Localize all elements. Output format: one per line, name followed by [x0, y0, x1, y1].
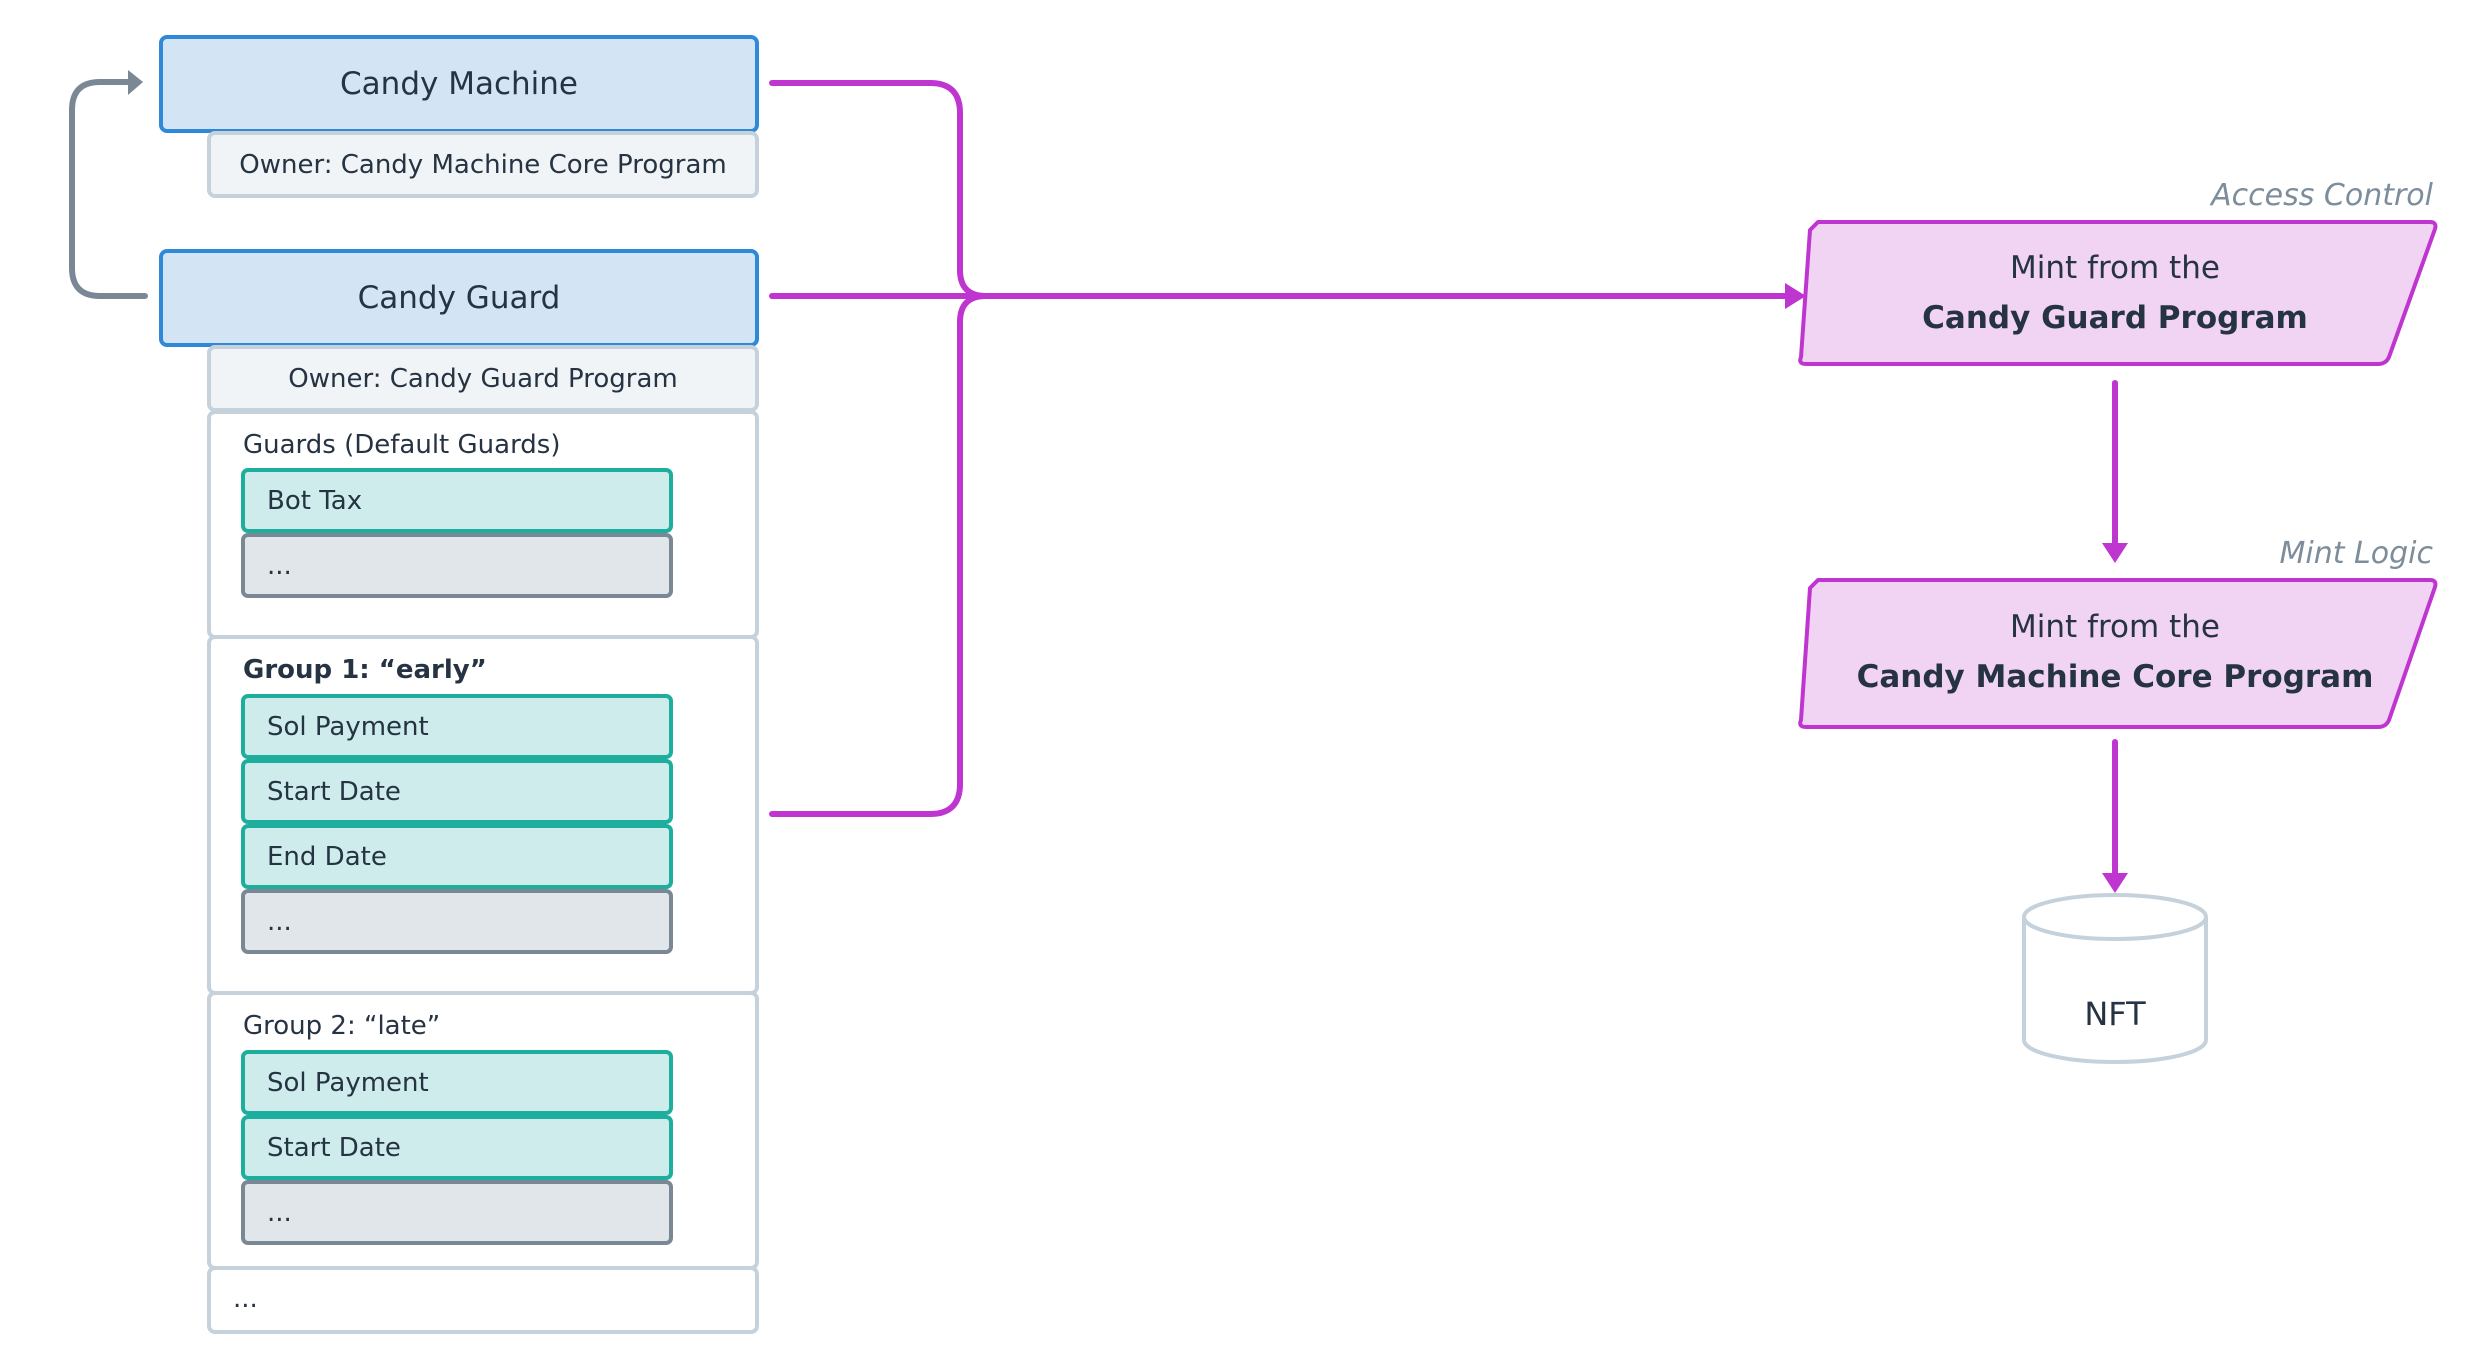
guard-item-more[interactable]: ...: [241, 1180, 673, 1245]
guard-to-machine-loop-arrow: [69, 79, 148, 299]
candy-guard-owner: Owner: Candy Guard Program: [207, 345, 759, 412]
candy-machine-owner-label: Owner: Candy Machine Core Program: [239, 149, 727, 180]
step-tag-access-control: Access Control: [2211, 178, 2433, 213]
more-groups-section: ...: [207, 1266, 759, 1334]
guard-item[interactable]: Bot Tax: [241, 468, 673, 533]
section-label: Guards (Default Guards): [243, 430, 561, 460]
guard-item-label: ...: [267, 1197, 292, 1228]
guard-item[interactable]: Start Date: [241, 1115, 673, 1180]
guard-group-early-section: Group 1: “early” Sol Payment Start Date …: [207, 635, 759, 995]
guard-item-label: Sol Payment: [267, 711, 429, 742]
step-access-control[interactable]: Mint from the Candy Guard Program: [1830, 243, 2400, 343]
guard-item-label: Start Date: [267, 1132, 401, 1163]
candy-machine-account[interactable]: Candy Machine: [159, 35, 759, 133]
section-label: Group 2: “late”: [243, 1011, 441, 1041]
guard-item-label: ...: [267, 550, 292, 581]
candy-machine-title: Candy Machine: [340, 66, 578, 102]
guard-group-late-section: Group 2: “late” Sol Payment Start Date .…: [207, 991, 759, 1270]
section-label: Group 1: “early”: [243, 655, 487, 685]
flow-line-candy-machine: [769, 80, 989, 299]
nft-database-icon: [2022, 893, 2208, 1064]
default-guards-section: Guards (Default Guards) Bot Tax ...: [207, 410, 759, 639]
step-line2: Candy Guard Program: [1922, 300, 2308, 336]
candy-guard-owner-label: Owner: Candy Guard Program: [288, 363, 678, 394]
step-line2: Candy Machine Core Program: [1856, 659, 2374, 695]
guard-item-label: Start Date: [267, 776, 401, 807]
candy-machine-owner: Owner: Candy Machine Core Program: [207, 131, 759, 198]
guard-item-more[interactable]: ...: [241, 889, 673, 954]
step-line1: Mint from the: [2010, 250, 2220, 286]
nft-label: NFT: [2084, 995, 2146, 1033]
guard-item-label: End Date: [267, 841, 387, 872]
guard-item-label: Sol Payment: [267, 1067, 429, 1098]
candy-guard-title: Candy Guard: [357, 280, 561, 316]
step-mint-logic[interactable]: Mint from the Candy Machine Core Program: [1830, 602, 2400, 702]
guard-item[interactable]: Start Date: [241, 759, 673, 824]
guard-item-label: Bot Tax: [267, 485, 363, 516]
candy-guard-account[interactable]: Candy Guard: [159, 249, 759, 347]
guard-item-more[interactable]: ...: [241, 533, 673, 598]
guard-item-label: ...: [267, 906, 292, 937]
guard-item[interactable]: Sol Payment: [241, 694, 673, 759]
guard-item[interactable]: Sol Payment: [241, 1050, 673, 1115]
step-line1: Mint from the: [2010, 609, 2220, 645]
more-groups-label: ...: [233, 1284, 258, 1314]
flow-line-guard-group: [769, 293, 989, 817]
step-tag-mint-logic: Mint Logic: [2279, 536, 2433, 571]
nft-arrowhead-icon: [2102, 873, 2128, 893]
guard-item[interactable]: End Date: [241, 824, 673, 889]
